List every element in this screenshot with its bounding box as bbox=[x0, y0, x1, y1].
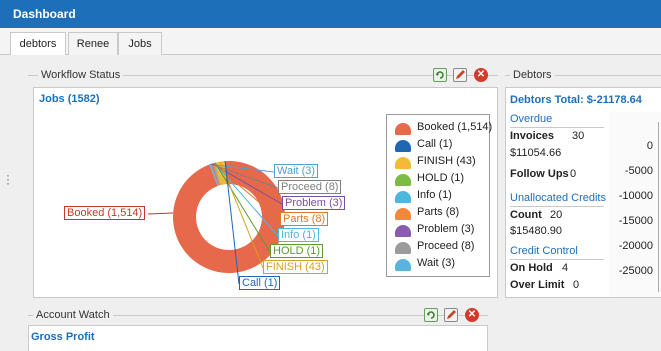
edit-icon[interactable] bbox=[444, 308, 458, 322]
tab-renee[interactable]: Renee bbox=[68, 32, 118, 55]
unallocated-amount: $15480.90 bbox=[510, 225, 562, 237]
refresh-icon[interactable] bbox=[424, 308, 438, 322]
chart-callout-label: Problem (3) bbox=[282, 196, 346, 210]
legend-swatch-icon bbox=[395, 123, 411, 135]
chart-callout-label: Booked (1,514) bbox=[64, 206, 146, 220]
invoices-amount: $11054.66 bbox=[510, 147, 562, 159]
y-axis-line bbox=[658, 122, 659, 292]
legend-swatch-icon bbox=[395, 157, 411, 169]
chart-callout-label: Wait (3) bbox=[274, 164, 319, 178]
unallocated-divider bbox=[510, 206, 604, 207]
legend-label: HOLD (1) bbox=[417, 172, 465, 184]
close-icon[interactable]: ✕ bbox=[474, 68, 488, 82]
legend-swatch-icon bbox=[395, 225, 411, 237]
over-limit-value: 0 bbox=[573, 279, 580, 291]
donut-slice-booked[interactable] bbox=[173, 161, 285, 273]
axis-tick: 0 bbox=[646, 140, 653, 152]
legend-label: FINISH (43) bbox=[417, 155, 476, 167]
empty-area bbox=[498, 305, 661, 351]
debtors-section-title: Debtors bbox=[510, 69, 555, 81]
unallocated-credits-label[interactable]: Unallocated Credits bbox=[510, 192, 606, 204]
debtors-panel: Debtors Total: $-21178.64 Overdue Invoic… bbox=[505, 87, 661, 298]
legend-label: Wait (3) bbox=[417, 257, 456, 269]
invoices-count: 30 bbox=[572, 130, 585, 142]
count-label: Count bbox=[510, 209, 542, 221]
chart-callout-label: Info (1) bbox=[278, 228, 319, 242]
legend-swatch-icon bbox=[395, 242, 411, 254]
account-watch-panel: Gross Profit bbox=[28, 325, 488, 351]
refresh-icon[interactable] bbox=[433, 68, 447, 82]
debtors-total: Debtors Total: $-21178.64 bbox=[510, 94, 642, 106]
account-watch-section-title: Account Watch bbox=[33, 309, 113, 321]
count-value: 20 bbox=[550, 209, 563, 221]
on-hold-value: 4 bbox=[562, 262, 569, 274]
workflow-panel: Jobs (1582) Booked (1,514) Wait (3) Procee… bbox=[33, 87, 498, 298]
debtors-mini-chart: 0 -5000 -10000 -15000 -20000 -25000 bbox=[609, 112, 661, 297]
legend-label: Problem (3) bbox=[417, 223, 475, 235]
axis-tick: -20000 bbox=[618, 240, 653, 252]
follow-ups-count: 0 bbox=[570, 168, 577, 180]
legend-label: Parts (8) bbox=[417, 206, 460, 218]
legend-label: Proceed (8) bbox=[417, 240, 475, 252]
gross-profit-heading: Gross Profit bbox=[31, 331, 95, 343]
overdue-label[interactable]: Overdue bbox=[510, 113, 552, 125]
chart-callout-label: Call (1) bbox=[239, 276, 281, 290]
dashboard-canvas: · · · Workflow Status ✕ Jobs (1582) Booked… bbox=[0, 55, 661, 351]
invoices-label: Invoices bbox=[510, 130, 555, 142]
legend-swatch-icon bbox=[395, 191, 411, 203]
legend-label: Call (1) bbox=[417, 138, 453, 150]
legend-label: Info (1) bbox=[417, 189, 452, 201]
over-limit-label: Over Limit bbox=[510, 279, 565, 291]
tab-bar: debtors Renee Jobs bbox=[0, 28, 661, 56]
tab-debtors[interactable]: debtors bbox=[10, 32, 66, 56]
on-hold-label: On Hold bbox=[510, 262, 553, 274]
close-icon[interactable]: ✕ bbox=[465, 308, 479, 322]
tab-jobs[interactable]: Jobs bbox=[118, 32, 162, 55]
axis-tick: -25000 bbox=[618, 265, 653, 277]
legend-swatch-icon bbox=[395, 174, 411, 186]
legend-swatch-icon bbox=[395, 208, 411, 220]
edit-icon[interactable] bbox=[453, 68, 467, 82]
overdue-divider bbox=[510, 127, 604, 128]
callout-leader-line bbox=[147, 212, 174, 215]
drag-handle-icon[interactable]: · · · bbox=[6, 169, 10, 189]
chart-callout-label: HOLD (1) bbox=[270, 244, 324, 258]
legend-swatch-icon bbox=[395, 259, 411, 271]
axis-tick: -5000 bbox=[624, 165, 653, 177]
legend-label: Booked (1,514) bbox=[417, 121, 493, 133]
chart-callout-label: FINISH (43) bbox=[263, 260, 328, 274]
legend-swatch-icon bbox=[395, 140, 411, 152]
chart-legend: Booked (1,514) Call (1) FINISH (43) HOLD (1… bbox=[386, 114, 493, 277]
credit-control-divider bbox=[510, 259, 604, 260]
window-title: Dashboard bbox=[0, 0, 661, 28]
chart-callout-label: Parts (8) bbox=[280, 212, 329, 226]
workflow-section-title: Workflow Status bbox=[38, 69, 124, 81]
follow-ups-label: Follow Ups bbox=[510, 168, 569, 180]
credit-control-label[interactable]: Credit Control bbox=[510, 245, 578, 257]
chart-callout-label: Proceed (8) bbox=[278, 180, 342, 194]
axis-tick: -15000 bbox=[618, 215, 653, 227]
axis-tick: -10000 bbox=[618, 190, 653, 202]
